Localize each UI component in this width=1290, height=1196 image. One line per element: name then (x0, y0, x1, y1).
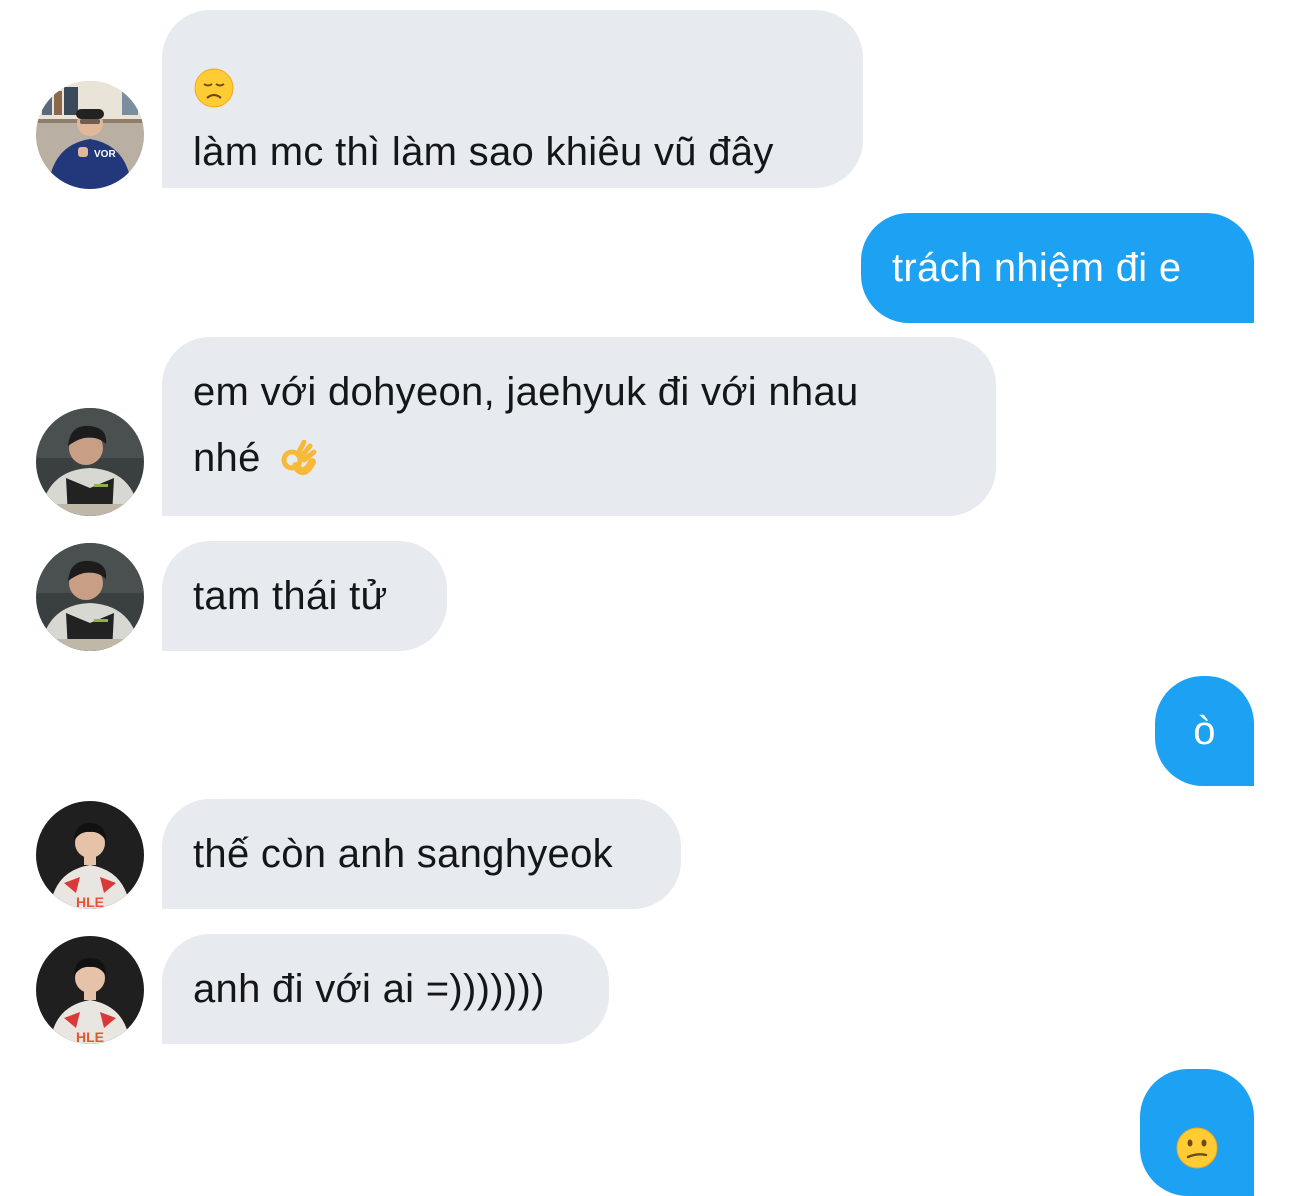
message-bubble[interactable]: trách nhiệm đi e (861, 213, 1254, 323)
avatar[interactable] (36, 408, 144, 516)
avatar[interactable]: HLE (36, 936, 144, 1044)
message-text-line: em với dohyeon, jaehyuk đi với nhau (193, 370, 859, 414)
avatar[interactable]: HLE (36, 801, 144, 909)
message-bubble[interactable]: làm mc thì làm sao khiêu vũ đây (162, 10, 863, 188)
avatar[interactable]: VOR (36, 81, 144, 189)
disappointed-face-icon (194, 68, 234, 108)
ok-hand-icon (281, 440, 317, 476)
message-bubble[interactable]: em với dohyeon, jaehyuk đi với nhau nhé (162, 337, 996, 516)
message-bubble[interactable]: anh đi với ai =))))))) (162, 934, 609, 1044)
jersey-logo: HLE (76, 1029, 104, 1044)
avatar-photo: HLE (36, 801, 144, 909)
conversation: VOR làm mc thì làm sao khiêu vũ đây trác… (0, 0, 1290, 1196)
message-bubble[interactable] (1140, 1069, 1254, 1196)
message-text-line: nhé (193, 425, 965, 491)
avatar-photo (36, 543, 144, 651)
message-text: thế còn anh sanghyeok (193, 832, 613, 876)
message-bubble[interactable]: thế còn anh sanghyeok (162, 799, 681, 909)
message-bubble[interactable]: ò (1155, 676, 1254, 786)
jersey-logo: HLE (76, 894, 104, 909)
avatar-photo: VOR (36, 81, 144, 189)
message-text: nhé (193, 436, 261, 480)
message-text: làm mc thì làm sao khiêu vũ đây (193, 130, 774, 174)
shirt-print: VOR (94, 149, 116, 160)
confused-face-icon (1176, 1127, 1218, 1169)
message-text: anh đi với ai =))))))) (193, 967, 545, 1011)
message-text: tam thái tử (193, 574, 388, 618)
message-text: ò (1193, 709, 1216, 753)
message-text: trách nhiệm đi e (892, 246, 1182, 290)
avatar[interactable] (36, 543, 144, 651)
avatar-photo (36, 408, 144, 516)
message-emoji (193, 53, 832, 119)
message-bubble[interactable]: tam thái tử (162, 541, 447, 651)
avatar-photo: HLE (36, 936, 144, 1044)
